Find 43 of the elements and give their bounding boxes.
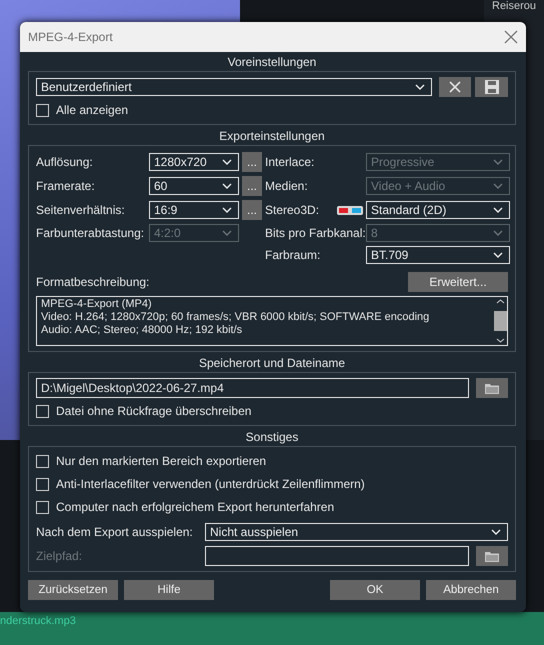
- dropdown[interactable]: BT.709: [366, 246, 510, 264]
- dialog-button[interactable]: Zurücksetzen: [28, 580, 118, 600]
- field-label: Bits pro Farbkanal:: [265, 226, 366, 240]
- section-title: Speicherort und Dateiname: [198, 355, 346, 372]
- track-label: nderstruck.mp3: [0, 615, 76, 627]
- description-line: MPEG-4-Export (MP4): [41, 298, 153, 311]
- field-label: Stereo3D:: [265, 203, 320, 217]
- field-label: Framerate:: [36, 179, 96, 193]
- field-label: Auflösung:: [36, 155, 94, 169]
- field-label: Seitenverhältnis:: [36, 203, 126, 217]
- advanced-button[interactable]: Erweitert...: [408, 272, 508, 292]
- checkbox-label: Computer nach erfolgreichem Export herunterfahren: [56, 500, 334, 514]
- field-label: Medien:: [265, 179, 308, 193]
- more-button[interactable]: ...: [242, 152, 262, 172]
- checkbox-label: Datei ohne Rückfrage überschreiben: [56, 404, 252, 418]
- section-title: Sonstiges: [244, 429, 300, 446]
- more-button[interactable]: ...: [242, 176, 262, 196]
- field-label: Nach dem Export ausspielen:: [36, 525, 194, 539]
- window-title: MPEG-4-Export: [28, 30, 113, 44]
- field-label: Zielpfad:: [36, 549, 84, 563]
- preset-dropdown[interactable]: Benutzerdefiniert: [36, 78, 432, 96]
- dialog-button[interactable]: Hilfe: [124, 580, 214, 600]
- playback-dropdown[interactable]: Nicht ausspielen: [205, 523, 508, 541]
- checkbox-label: Nur den markierten Bereich exportieren: [56, 454, 266, 468]
- section-title: Voreinstellungen: [226, 54, 318, 71]
- field-label: Interlace:: [265, 155, 314, 169]
- field-label: Formatbeschreibung:: [36, 275, 150, 289]
- description-line: Audio: AAC; Stereo; 48000 Hz; 192 kbit/s: [41, 324, 244, 337]
- dropdown[interactable]: 16:9: [149, 201, 239, 219]
- field-label: Farbraum:: [265, 248, 320, 262]
- description-line: Video: H.264; 1280x720p; 60 frames/s; VBR 6000 kbit/s; SOFTWARE encoding: [41, 311, 430, 324]
- field-label: Farbunterabtastung:: [36, 226, 146, 240]
- dialog-button[interactable]: OK: [330, 580, 420, 600]
- dialog-button[interactable]: Abbrechen: [426, 580, 516, 600]
- dropdown[interactable]: 60: [149, 177, 239, 195]
- dropdown[interactable]: 1280x720: [149, 153, 239, 171]
- dropdown[interactable]: Standard (2D): [366, 201, 510, 219]
- panel-item[interactable]: Reiserou: [492, 0, 544, 12]
- more-button[interactable]: ...: [242, 200, 262, 220]
- section-title: Exporteinstellungen: [218, 128, 326, 145]
- checkbox-label: Alle anzeigen: [56, 103, 128, 117]
- checkbox-label: Anti-Interlacefilter verwenden (unterdrückt Zeilenflimmern): [56, 477, 365, 491]
- path-field[interactable]: D:\Migel\Desktop\2022-06-27.mp4: [36, 378, 469, 398]
